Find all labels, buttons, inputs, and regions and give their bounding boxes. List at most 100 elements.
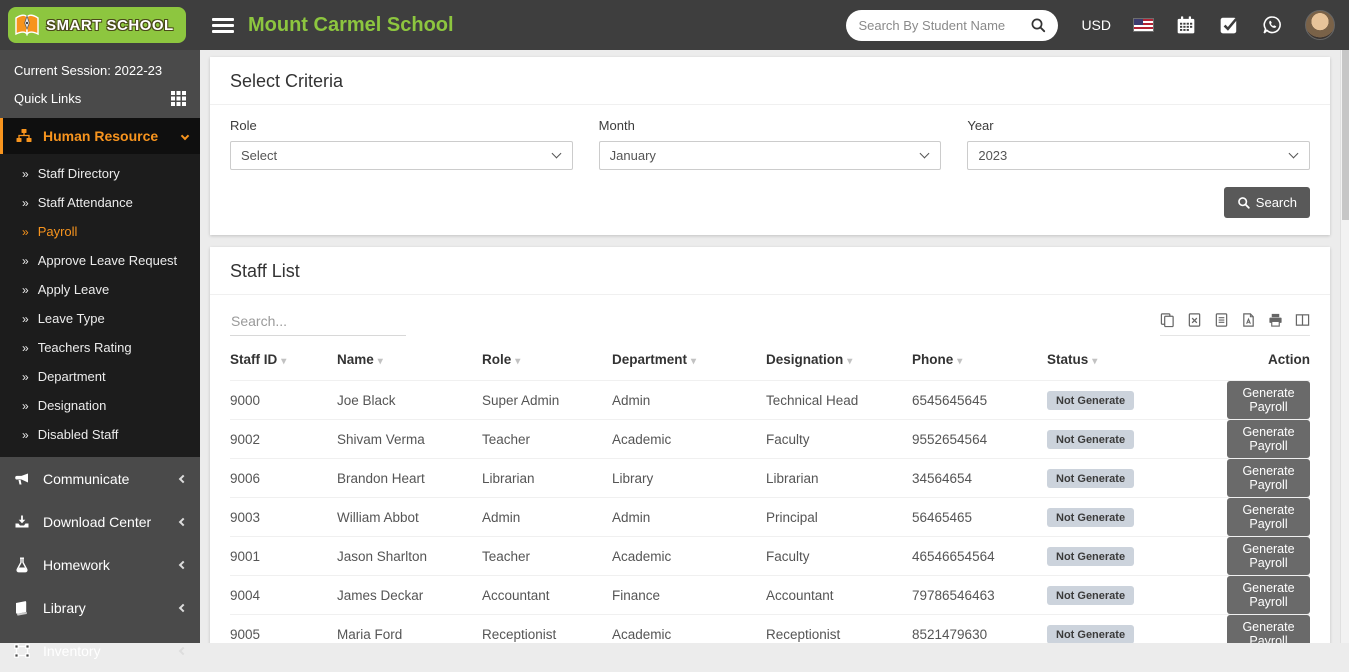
sidebar-item-human-resource[interactable]: Human Resource: [0, 118, 200, 154]
sidebar-item-disabled-staff[interactable]: »Disabled Staff: [0, 420, 200, 449]
columns-icon[interactable]: [1295, 312, 1310, 328]
quick-links-label: Quick Links: [14, 91, 81, 106]
sidebar-item-communicate[interactable]: Communicate: [0, 457, 200, 500]
cell-staff-id: 9005: [230, 615, 337, 644]
student-search-input[interactable]: [858, 18, 1030, 33]
col-phone[interactable]: Phone▾: [912, 339, 1047, 381]
chevron-left-icon: [179, 517, 187, 525]
generate-payroll-button[interactable]: Generate Payroll: [1227, 615, 1310, 643]
sidebar-item-library[interactable]: Library: [0, 586, 200, 629]
generate-payroll-button[interactable]: Generate Payroll: [1227, 381, 1310, 419]
cell-department: Admin: [612, 381, 766, 420]
currency-label[interactable]: USD: [1081, 17, 1111, 33]
generate-payroll-button[interactable]: Generate Payroll: [1227, 420, 1310, 458]
cell-action: Generate Payroll: [1227, 498, 1310, 537]
sidebar-item-apply-leave[interactable]: »Apply Leave: [0, 275, 200, 304]
cell-designation: Accountant: [766, 576, 912, 615]
calendar-icon[interactable]: [1176, 15, 1196, 35]
language-flag-icon[interactable]: [1134, 19, 1153, 31]
school-title: Mount Carmel School: [248, 14, 454, 37]
search-button[interactable]: Search: [1224, 187, 1310, 218]
menu-toggle-icon[interactable]: [212, 18, 234, 33]
col-status[interactable]: Status▾: [1047, 339, 1227, 381]
cell-role: Super Admin: [482, 381, 612, 420]
month-select[interactable]: January: [599, 141, 942, 170]
header-actions: USD: [846, 10, 1349, 41]
table-search[interactable]: [230, 310, 406, 336]
sidebar-item-staff-directory[interactable]: »Staff Directory: [0, 159, 200, 188]
copy-icon[interactable]: [1160, 312, 1175, 328]
role-field: Role Select: [230, 118, 573, 170]
col-designation[interactable]: Designation▾: [766, 339, 912, 381]
print-icon[interactable]: [1268, 312, 1283, 328]
cell-name: James Deckar: [337, 576, 482, 615]
scrollbar-thumb[interactable]: [1342, 50, 1349, 220]
sidebar-item-leave-type[interactable]: »Leave Type: [0, 304, 200, 333]
sort-icon: ▾: [957, 356, 962, 367]
select-criteria-card: Select Criteria Role Select Month Januar…: [210, 57, 1330, 235]
cell-department: Academic: [612, 615, 766, 644]
table-row: 9002 Shivam Verma Teacher Academic Facul…: [230, 420, 1310, 459]
avatar[interactable]: [1305, 10, 1335, 40]
sidebar-item-department[interactable]: »Department: [0, 362, 200, 391]
book-logo-icon: [12, 10, 42, 40]
logo-text: SMART SCHOOL: [46, 17, 174, 34]
double-chevron-icon: »: [22, 399, 29, 413]
sitemap-icon: [16, 128, 32, 144]
table-search-input[interactable]: [230, 310, 406, 336]
cell-status: Not Generate: [1047, 537, 1227, 576]
excel-export-icon[interactable]: [1187, 312, 1202, 328]
search-icon[interactable]: [1030, 17, 1046, 33]
generate-payroll-button[interactable]: Generate Payroll: [1227, 459, 1310, 497]
chevron-left-icon: [179, 474, 187, 482]
cell-status: Not Generate: [1047, 498, 1227, 537]
sidebar-item-download-center[interactable]: Download Center: [0, 500, 200, 543]
app-logo[interactable]: SMART SCHOOL: [0, 7, 200, 43]
month-field: Month January: [599, 118, 942, 170]
generate-payroll-button[interactable]: Generate Payroll: [1227, 576, 1310, 614]
double-chevron-icon: »: [22, 312, 29, 326]
month-label: Month: [599, 118, 942, 133]
sidebar-item-staff-attendance[interactable]: »Staff Attendance: [0, 188, 200, 217]
cell-designation: Principal: [766, 498, 912, 537]
current-session-label: Current Session: 2022-23: [0, 50, 200, 78]
whatsapp-icon[interactable]: [1262, 15, 1282, 35]
grid-icon[interactable]: [171, 91, 186, 106]
sidebar-item-designation[interactable]: »Designation: [0, 391, 200, 420]
col-staff-id[interactable]: Staff ID▾: [230, 339, 337, 381]
scrollbar[interactable]: [1340, 50, 1349, 643]
cell-status: Not Generate: [1047, 576, 1227, 615]
csv-export-icon[interactable]: [1214, 312, 1229, 328]
sort-icon: ▾: [281, 356, 286, 367]
col-department[interactable]: Department▾: [612, 339, 766, 381]
chevron-left-icon: [179, 603, 187, 611]
cell-role: Accountant: [482, 576, 612, 615]
sidebar-item-teachers-rating[interactable]: »Teachers Rating: [0, 333, 200, 362]
cell-action: Generate Payroll: [1227, 537, 1310, 576]
col-role[interactable]: Role▾: [482, 339, 612, 381]
generate-payroll-button[interactable]: Generate Payroll: [1227, 537, 1310, 575]
role-select[interactable]: Select: [230, 141, 573, 170]
col-action: Action: [1227, 339, 1310, 381]
main-content: Select Criteria Role Select Month Januar…: [200, 50, 1340, 643]
sidebar-item-homework[interactable]: Homework: [0, 543, 200, 586]
sidebar-item-payroll[interactable]: »Payroll: [0, 217, 200, 246]
select-criteria-title: Select Criteria: [210, 57, 1330, 105]
student-search[interactable]: [846, 10, 1058, 41]
sidebar-item-inventory[interactable]: Inventory: [0, 629, 200, 672]
year-select[interactable]: 2023: [967, 141, 1310, 170]
sidebar-item-approve-leave-request[interactable]: »Approve Leave Request: [0, 246, 200, 275]
cell-action: Generate Payroll: [1227, 576, 1310, 615]
cell-designation: Librarian: [766, 459, 912, 498]
quick-links[interactable]: Quick Links: [0, 78, 200, 118]
object-group-icon: [14, 643, 30, 659]
generate-payroll-button[interactable]: Generate Payroll: [1227, 498, 1310, 536]
staff-list-title: Staff List: [210, 247, 1330, 295]
pdf-export-icon[interactable]: [1241, 312, 1256, 328]
cell-phone: 79786546463: [912, 576, 1047, 615]
chevron-down-icon: [181, 132, 189, 140]
cell-phone: 8521479630: [912, 615, 1047, 644]
col-name[interactable]: Name▾: [337, 339, 482, 381]
task-check-icon[interactable]: [1219, 15, 1239, 35]
double-chevron-icon: »: [22, 428, 29, 442]
